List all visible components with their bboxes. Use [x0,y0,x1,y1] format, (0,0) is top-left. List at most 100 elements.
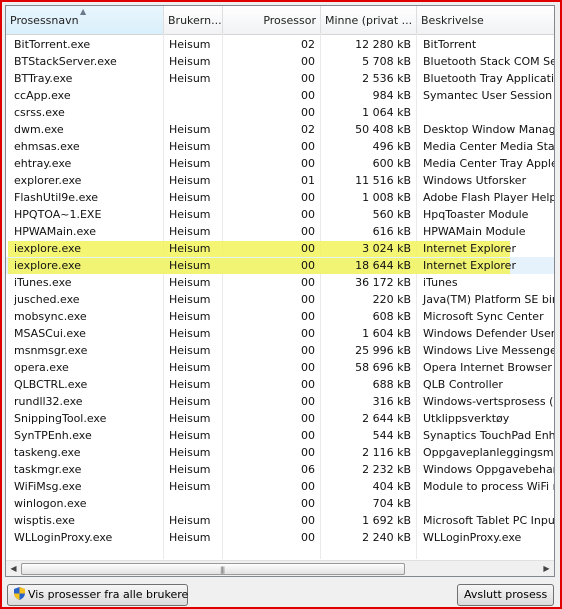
process-memory: 496 kB [372,140,411,153]
process-cpu: 00 [301,497,315,510]
process-memory: 1 604 kB [362,327,411,340]
process-memory: 688 kB [372,378,411,391]
column-header-memory[interactable]: Minne (privat ... [321,6,417,34]
table-row[interactable]: WiFiMsg.exe Heisum 00 404 kB Module to proce… [6,478,554,495]
process-description: Desktop Window Manager [423,123,554,136]
column-header-row: ▲ Prosessnavn Brukern... Prosessor Minne… [6,6,554,35]
column-header-memory-label: Minne (privat ... [325,14,413,27]
process-user [165,104,222,121]
process-name: opera.exe [14,361,69,374]
process-name: BTTray.exe [14,72,73,85]
table-row[interactable]: rundll32.exe Heisum 00 316 kB Windows-vertsp… [6,393,554,410]
process-user: Heisum [169,72,211,85]
table-row[interactable]: msnmsgr.exe Heisum 00 25 996 kB Windows Live… [6,342,554,359]
table-row[interactable]: winlogon.exe 00 704 kB [6,495,554,512]
process-description: Media Center Media Status [423,140,554,153]
process-cpu: 00 [301,140,315,153]
process-name: ccApp.exe [14,89,71,102]
show-all-users-button-label: Vis prosesser fra alle brukere [28,588,189,601]
table-row[interactable]: QLBCTRL.exe Heisum 00 688 kB QLB Controller [6,376,554,393]
process-user: Heisum [169,344,211,357]
process-name: ehmsas.exe [14,140,80,153]
scrollbar-grip-icon: ||| [220,566,225,574]
process-description: BitTorrent [423,38,477,51]
process-cpu: 06 [301,463,315,476]
process-name: rundll32.exe [14,395,83,408]
process-cpu: 02 [301,123,315,136]
process-description: Java(TM) Platform SE binar [423,293,554,306]
table-row[interactable]: WLLoginProxy.exe Heisum 00 2 240 kB WLLoginP… [6,529,554,546]
table-row[interactable]: iexplore.exe Heisum 00 18 644 kB Internet Ex… [6,257,554,274]
process-cpu: 00 [301,55,315,68]
table-row[interactable]: BitTorrent.exe Heisum 02 12 280 kB BitTorren… [6,36,554,53]
scroll-left-arrow-icon[interactable]: ◀ [6,562,21,576]
process-memory: 316 kB [372,395,411,408]
column-header-description[interactable]: Beskrivelse [417,6,554,34]
table-row[interactable]: ccApp.exe 00 984 kB Symantec User Session [6,87,554,104]
process-description: Microsoft Tablet PC Input C [423,514,554,527]
table-row[interactable]: iTunes.exe Heisum 00 36 172 kB iTunes [6,274,554,291]
horizontal-scrollbar[interactable]: ◀ ||| ▶ [6,560,554,576]
process-user: Heisum [169,293,211,306]
process-name: jusched.exe [14,293,80,306]
process-user: Heisum [169,446,211,459]
process-name: BTStackServer.exe [14,55,117,68]
process-description: WLLoginProxy.exe [423,531,522,544]
process-name: explorer.exe [14,174,82,187]
table-row[interactable]: taskeng.exe Heisum 00 2 116 kB Oppgaveplanle… [6,444,554,461]
process-memory: 404 kB [372,480,411,493]
table-row[interactable]: BTStackServer.exe Heisum 00 5 708 kB Bluetoo… [6,53,554,70]
process-user: Heisum [169,123,211,136]
process-memory: 608 kB [372,310,411,323]
show-all-users-button[interactable]: Vis prosesser fra alle brukere [7,584,188,606]
process-memory: 704 kB [372,497,411,510]
table-row[interactable]: HPWAMain.exe Heisum 00 616 kB HPWAMain Modul… [6,223,554,240]
scrollbar-thumb[interactable]: ||| [21,563,405,575]
process-memory: 11 516 kB [355,174,411,187]
table-row[interactable]: wisptis.exe Heisum 00 1 692 kB Microsoft Tab… [6,512,554,529]
scroll-right-arrow-icon[interactable]: ▶ [539,562,554,576]
table-row[interactable]: mobsync.exe Heisum 00 608 kB Microsoft Sync … [6,308,554,325]
process-user: Heisum [169,480,211,493]
process-cpu: 00 [301,531,315,544]
process-user: Heisum [169,310,211,323]
table-row[interactable]: explorer.exe Heisum 01 11 516 kB Windows Utf… [6,172,554,189]
process-description: Media Center Tray Applet [423,157,554,170]
process-name: WiFiMsg.exe [14,480,82,493]
process-cpu: 00 [301,310,315,323]
table-row[interactable]: iexplore.exe Heisum 00 3 024 kB Internet Exp… [6,240,554,257]
process-description: Symantec User Session [423,89,553,102]
process-memory: 544 kB [372,429,411,442]
column-header-user[interactable]: Brukern... [164,6,223,34]
table-row[interactable]: FlashUtil9e.exe Heisum 00 1 008 kB Adobe Fla… [6,189,554,206]
process-memory: 984 kB [372,89,411,102]
column-header-cpu[interactable]: Prosessor [223,6,321,34]
table-row[interactable]: SnippingTool.exe Heisum 00 2 644 kB Utklipps… [6,410,554,427]
process-user: Heisum [169,531,211,544]
table-row[interactable]: csrss.exe 00 1 064 kB [6,104,554,121]
table-row[interactable]: BTTray.exe Heisum 00 2 536 kB Bluetooth Tray… [6,70,554,87]
process-name: HPWAMain.exe [14,225,96,238]
process-name: mobsync.exe [14,310,87,323]
column-header-name[interactable]: ▲ Prosessnavn [6,6,164,34]
table-row[interactable]: ehtray.exe Heisum 00 600 kB Media Center Tra… [6,155,554,172]
table-row[interactable]: opera.exe Heisum 00 58 696 kB Opera Internet… [6,359,554,376]
end-process-button[interactable]: Avslutt prosess [457,584,554,606]
process-name: winlogon.exe [14,497,87,510]
table-row[interactable]: SynTPEnh.exe Heisum 00 544 kB Synaptics Touc… [6,427,554,444]
table-row[interactable]: HPQTOA~1.EXE Heisum 00 560 kB HpqToaster Mod… [6,206,554,223]
process-description: Adobe Flash Player Helper 9 [423,191,554,204]
process-memory: 18 644 kB [355,259,411,272]
table-row[interactable]: MSASCui.exe Heisum 00 1 604 kB Windows Defen… [6,325,554,342]
table-row[interactable]: jusched.exe Heisum 00 220 kB Java(TM) Platfo… [6,291,554,308]
process-description: Windows Defender User Int [423,327,554,340]
process-memory: 220 kB [372,293,411,306]
table-row[interactable]: dwm.exe Heisum 02 50 408 kB Desktop Window M… [6,121,554,138]
process-name: SynTPEnh.exe [14,429,92,442]
table-row[interactable]: ehmsas.exe Heisum 00 496 kB Media Center Med… [6,138,554,155]
process-list[interactable]: ▲ Prosessnavn Brukern... Prosessor Minne… [5,5,555,577]
process-user: Heisum [169,191,211,204]
table-row[interactable]: taskmgr.exe Heisum 06 2 232 kB Windows Oppga… [6,461,554,478]
process-cpu: 00 [301,361,315,374]
process-cpu: 00 [301,106,315,119]
